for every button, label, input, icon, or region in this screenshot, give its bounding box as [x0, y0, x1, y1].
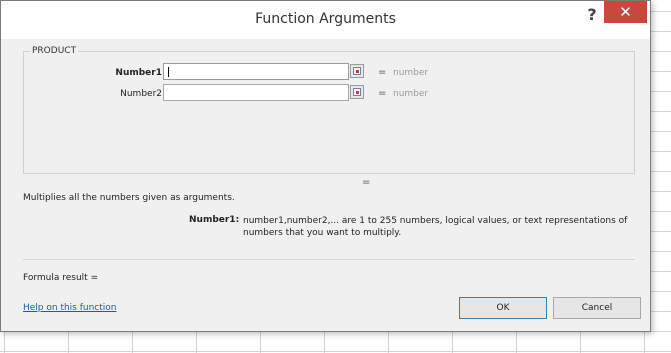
function-name-label: PRODUCT: [30, 46, 79, 56]
ok-button[interactable]: OK: [459, 297, 547, 319]
number2-equals: =: [378, 88, 387, 99]
title-bar: Function Arguments ? ✕: [1, 1, 650, 39]
number2-input[interactable]: [163, 84, 349, 101]
close-icon[interactable]: ✕: [604, 1, 647, 23]
help-icon[interactable]: ?: [581, 4, 603, 26]
formula-equals: =: [362, 177, 371, 188]
number1-label: Number1: [115, 68, 162, 78]
argument-help-text: number1,number2,... are 1 to 255 numbers…: [243, 216, 628, 238]
function-description: Multiplies all the numbers given as argu…: [23, 193, 235, 203]
number2-label: Number2: [120, 89, 162, 99]
help-on-function-link[interactable]: Help on this function: [23, 303, 117, 313]
text-caret: [168, 67, 169, 77]
formula-result: Formula result =: [23, 273, 99, 283]
function-arguments-group: PRODUCT Number1 = number Number2 = numbe…: [23, 46, 635, 174]
number2-collapse-icon[interactable]: [350, 85, 364, 99]
argument-help-name: Number1:: [189, 215, 240, 225]
number1-result-hint: number: [393, 68, 429, 78]
number1-input[interactable]: [163, 63, 349, 80]
dialog-title: Function Arguments: [255, 11, 396, 27]
cancel-button[interactable]: Cancel: [553, 297, 641, 319]
divider: [23, 259, 635, 260]
number1-equals: =: [378, 67, 387, 78]
function-arguments-dialog: Function Arguments ? ✕ PRODUCT Number1 =…: [0, 0, 651, 332]
number1-collapse-icon[interactable]: [350, 64, 364, 78]
number2-result-hint: number: [393, 89, 429, 99]
